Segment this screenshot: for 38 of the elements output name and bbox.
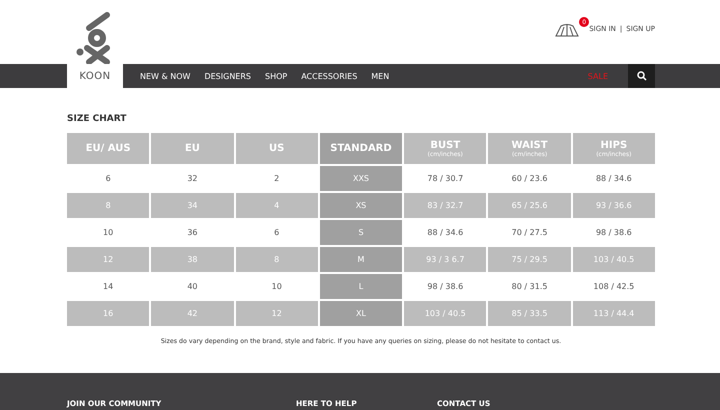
table-cell: 93 / 36.6: [572, 193, 655, 218]
table-cell: M: [320, 247, 402, 272]
search-button[interactable]: [628, 64, 655, 88]
column-header: EU: [151, 133, 234, 164]
table-cell: 93 / 3 6.7: [404, 247, 486, 272]
table-cell: 34: [151, 193, 234, 218]
table-cell: 4: [236, 193, 318, 218]
table-cell: XXS: [320, 166, 402, 191]
logo-text: KOON: [79, 70, 111, 82]
table-cell: 42: [151, 301, 234, 326]
table-cell: 113 / 44.4: [572, 301, 655, 326]
table-cell: S: [320, 220, 402, 245]
nav-link[interactable]: MEN: [371, 72, 390, 80]
table-cell: XS: [320, 193, 402, 218]
page-title: SIZE CHART: [67, 114, 128, 124]
table-cell: 85 / 33.5: [488, 301, 571, 326]
table-cell: 16: [67, 301, 150, 326]
table-cell: 8: [236, 247, 318, 272]
table-cell: L: [320, 274, 402, 299]
table-cell: 103 / 40.5: [404, 301, 486, 326]
column-header: STANDARD: [320, 133, 402, 164]
column-header: US: [236, 133, 318, 164]
nav-link[interactable]: SHOP: [265, 72, 288, 80]
table-cell: 8: [67, 193, 150, 218]
nav-link[interactable]: ACCESSORIES: [301, 72, 358, 80]
table-cell: XL: [320, 301, 402, 326]
nav-link[interactable]: NEW & NOW: [140, 72, 190, 80]
table-cell: 75 / 29.5: [488, 247, 571, 272]
search-icon: [636, 71, 646, 81]
table-cell: 103 / 40.5: [572, 247, 655, 272]
table-cell: 12: [236, 301, 318, 326]
nav-link[interactable]: DESIGNERS: [204, 72, 251, 80]
table-cell: 83 / 32.7: [404, 193, 486, 218]
basket-icon[interactable]: [555, 23, 580, 37]
table-cell: 38: [151, 247, 234, 272]
table-cell: 12: [67, 247, 150, 272]
table-cell: 65 / 25.6: [488, 193, 571, 218]
column-header: EU/ AUS: [67, 133, 150, 164]
